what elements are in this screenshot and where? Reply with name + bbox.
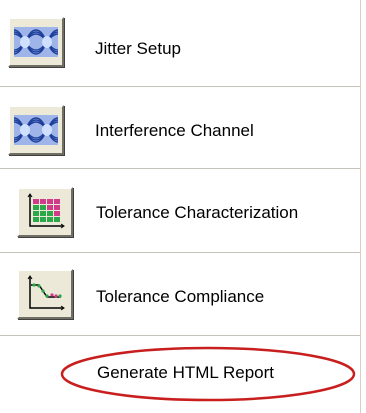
jitter-eye-icon <box>14 27 58 57</box>
tolerance-char-chart-icon <box>25 193 65 231</box>
interference-channel-label: Interference Channel <box>95 120 254 140</box>
jitter-setup-label: Jitter Setup <box>95 38 181 58</box>
tolerance-compliance-button[interactable] <box>17 269 73 319</box>
interference-eye-icon <box>14 115 58 145</box>
tolerance-compliance-chart-icon <box>25 275 65 313</box>
tolerance-characterization-button[interactable] <box>17 187 73 237</box>
jitter-setup-button[interactable] <box>8 17 64 67</box>
tolerance-characterization-item[interactable]: Tolerance Characterization <box>0 170 360 255</box>
interference-channel-button[interactable] <box>8 105 64 155</box>
tolerance-characterization-label: Tolerance Characterization <box>96 202 299 222</box>
tolerance-compliance-label: Tolerance Compliance <box>96 286 265 306</box>
generate-html-report-item[interactable]: Generate HTML Report <box>0 335 360 413</box>
tolerance-compliance-item[interactable]: Tolerance Compliance <box>0 254 360 339</box>
interference-channel-item[interactable]: Interference Channel <box>0 88 360 173</box>
analysis-menu-panel: Jitter Setup Interference Channel Tolera… <box>0 0 361 413</box>
jitter-setup-item[interactable]: Jitter Setup <box>0 6 360 91</box>
generate-html-report-link[interactable]: Generate HTML Report <box>97 363 274 383</box>
